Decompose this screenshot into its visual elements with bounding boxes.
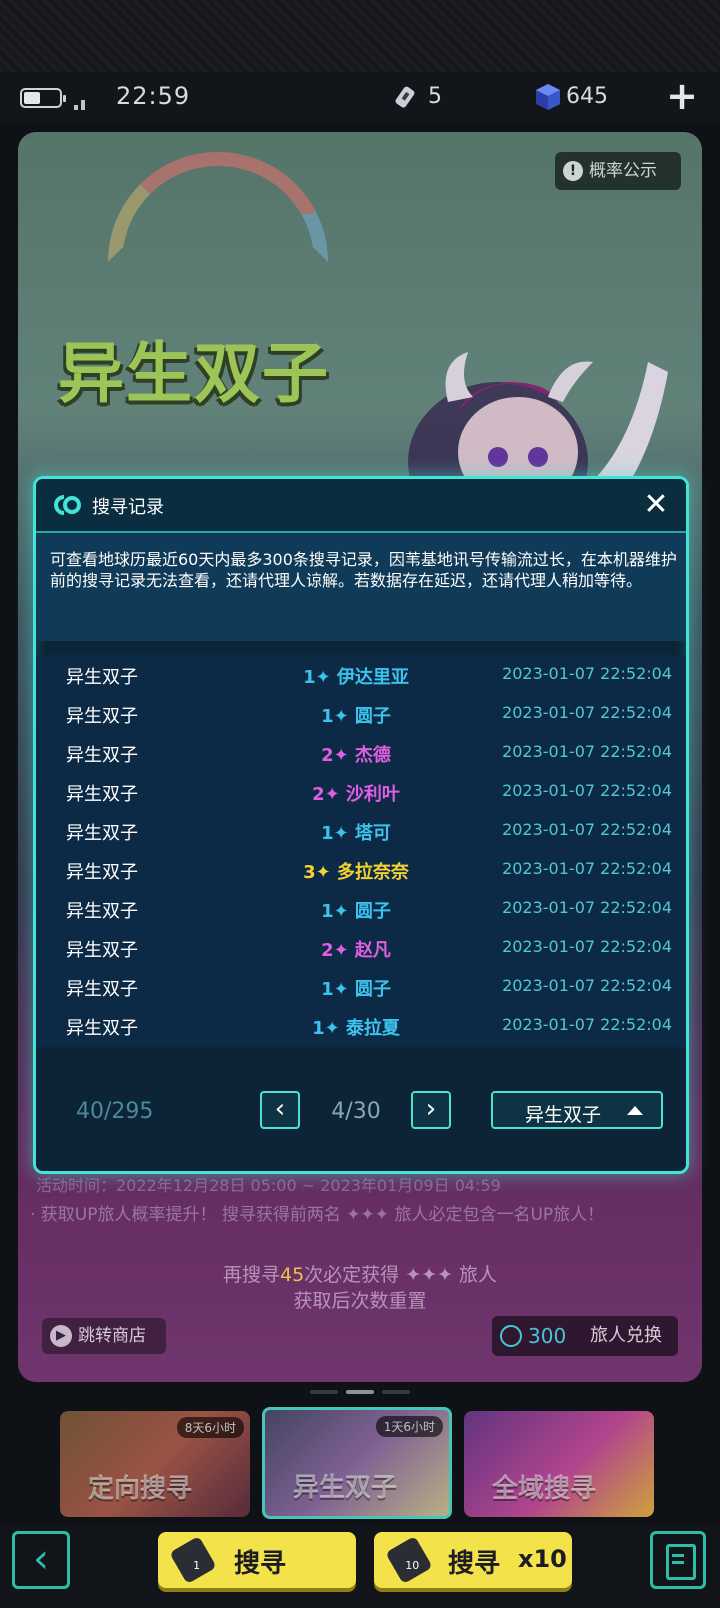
record-pool: 异生双子	[66, 706, 138, 727]
multiplier: x10	[518, 1545, 567, 1573]
system-status-strip	[0, 0, 720, 72]
search-label: 搜寻	[234, 1549, 287, 1579]
record-time: 2023-01-07 22:52:04	[502, 703, 672, 722]
battery-icon	[20, 88, 66, 108]
record-row: 异生双子 3✦ 多拉奈奈 2023-01-07 22:52:04	[36, 850, 686, 889]
record-result: 3✦ 多拉奈奈	[303, 862, 409, 883]
logo-icon	[54, 495, 81, 515]
record-time: 2023-01-07 22:52:04	[502, 937, 672, 956]
record-pool: 异生双子	[66, 745, 138, 766]
record-time: 2023-01-07 22:52:04	[502, 898, 672, 917]
record-row: 异生双子 1✦ 圆子 2023-01-07 22:52:04	[36, 694, 686, 733]
record-pool: 异生双子	[66, 667, 138, 688]
ticket-icon	[169, 1535, 217, 1585]
caret-up-icon	[627, 1106, 643, 1115]
crystal-icon	[536, 84, 560, 110]
ticket-count: 5	[428, 84, 442, 109]
record-row: 异生双子 1✦ 泰拉夏 2023-01-07 22:52:04	[36, 1006, 686, 1045]
record-result: 1✦ 伊达里亚	[303, 667, 409, 688]
record-time: 2023-01-07 22:52:04	[502, 742, 672, 761]
record-row: 异生双子 1✦ 圆子 2023-01-07 22:52:04	[36, 967, 686, 1006]
notice-text: 可查看地球历最近60天内最多300条搜寻记录，因苇基地讯号传输流过长，在本机器维…	[50, 550, 677, 590]
record-time: 2023-01-07 22:52:04	[502, 859, 672, 878]
dialog-header: 搜寻记录 ✕	[36, 479, 686, 533]
record-row: 异生双子 2✦ 赵凡 2023-01-07 22:52:04	[36, 928, 686, 967]
search-once-button[interactable]: 搜寻	[158, 1532, 356, 1588]
search-ten-button[interactable]: 搜寻 x10	[374, 1532, 572, 1588]
record-row: 异生双子 1✦ 圆子 2023-01-07 22:52:04	[36, 889, 686, 928]
bottom-bar: ‹ 搜寻 搜寻 x10	[0, 1524, 720, 1608]
record-result: 1✦ 圆子	[321, 901, 391, 922]
record-time: 2023-01-07 22:52:04	[502, 820, 672, 839]
record-pool: 异生双子	[66, 1018, 138, 1039]
pool-filter-value: 异生双子	[525, 1104, 602, 1126]
record-result: 2✦ 沙利叶	[312, 784, 400, 805]
record-row: 异生双子 1✦ 伊达里亚 2023-01-07 22:52:04	[36, 655, 686, 694]
back-button[interactable]: ‹	[12, 1531, 70, 1589]
add-currency-button[interactable]: +	[664, 77, 700, 115]
record-row: 异生双子 2✦ 杰德 2023-01-07 22:52:04	[36, 733, 686, 772]
record-result: 1✦ 塔可	[321, 823, 391, 844]
record-result: 1✦ 泰拉夏	[312, 1018, 400, 1039]
close-icon[interactable]: ✕	[640, 489, 672, 521]
pool-filter-dropdown[interactable]: 异生双子	[491, 1091, 663, 1129]
next-page-button[interactable]: ›	[411, 1091, 451, 1129]
record-pool: 异生双子	[66, 823, 138, 844]
ticket-icon	[395, 86, 415, 108]
record-time: 2023-01-07 22:52:04	[502, 976, 672, 995]
page-number: 4/30	[331, 1099, 381, 1124]
signal-icon	[74, 96, 90, 110]
record-row: 异生双子 2✦ 沙利叶 2023-01-07 22:52:04	[36, 772, 686, 811]
record-list: 异生双子 1✦ 伊达里亚 2023-01-07 22:52:04 异生双子 1✦…	[36, 655, 686, 1047]
record-time: 2023-01-07 22:52:04	[502, 1015, 672, 1034]
prev-page-button[interactable]: ‹	[260, 1091, 300, 1129]
record-button[interactable]	[650, 1531, 706, 1589]
record-pool: 异生双子	[66, 979, 138, 1000]
clock: 22:59	[116, 82, 191, 110]
record-pool: 异生双子	[66, 862, 138, 883]
record-count: 40/295	[76, 1099, 154, 1124]
record-result: 2✦ 杰德	[321, 745, 391, 766]
crystal-count: 645	[566, 84, 608, 109]
search-label: 搜寻	[448, 1549, 501, 1579]
record-pool: 异生双子	[66, 940, 138, 961]
record-row: 异生双子 1✦ 塔可 2023-01-07 22:52:04	[36, 811, 686, 850]
record-result: 2✦ 赵凡	[321, 940, 391, 961]
dialog-footer: 40/295 ‹ 4/30 › 异生双子	[36, 1047, 686, 1171]
dialog-title: 搜寻记录	[92, 497, 164, 518]
record-pool: 异生双子	[66, 901, 138, 922]
top-status-bar: 22:59 5 645 +	[0, 72, 720, 124]
search-record-dialog: 搜寻记录 ✕ 可查看地球历最近60天内最多300条搜寻记录，因苇基地讯号传输流过…	[33, 476, 689, 1174]
ticket-icon	[385, 1535, 433, 1585]
record-result: 1✦ 圆子	[321, 979, 391, 1000]
record-time: 2023-01-07 22:52:04	[502, 664, 672, 683]
record-result: 1✦ 圆子	[321, 706, 391, 727]
record-time: 2023-01-07 22:52:04	[502, 781, 672, 800]
record-pool: 异生双子	[66, 784, 138, 805]
